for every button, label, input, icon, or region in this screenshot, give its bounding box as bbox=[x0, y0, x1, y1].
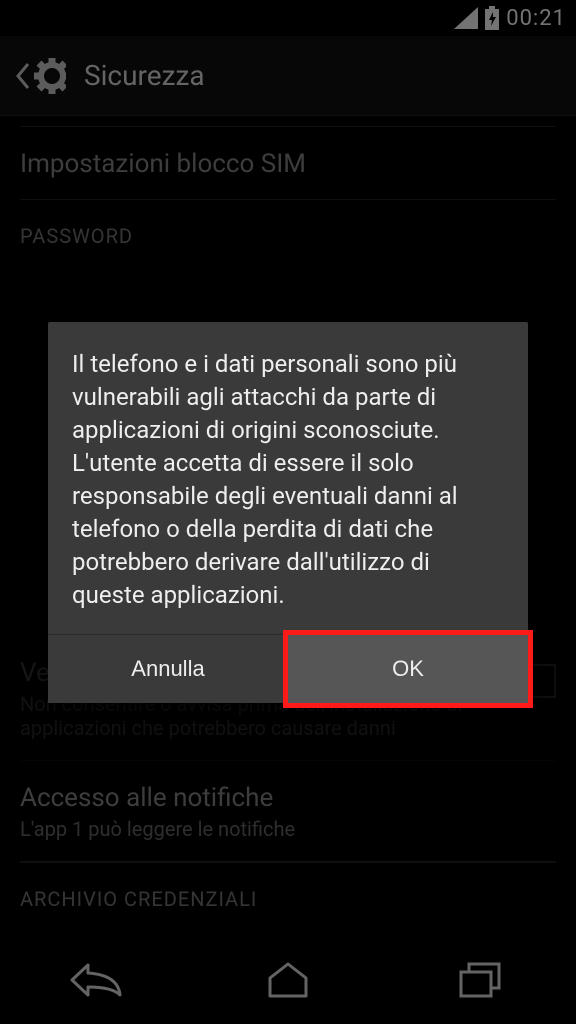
modal-overlay: Il telefono e i dati personali sono più … bbox=[0, 0, 576, 1024]
ok-button[interactable]: OK bbox=[288, 635, 528, 703]
cancel-button[interactable]: Annulla bbox=[48, 635, 288, 703]
dialog-message: Il telefono e i dati personali sono più … bbox=[72, 348, 504, 612]
confirm-dialog: Il telefono e i dati personali sono più … bbox=[48, 322, 528, 703]
